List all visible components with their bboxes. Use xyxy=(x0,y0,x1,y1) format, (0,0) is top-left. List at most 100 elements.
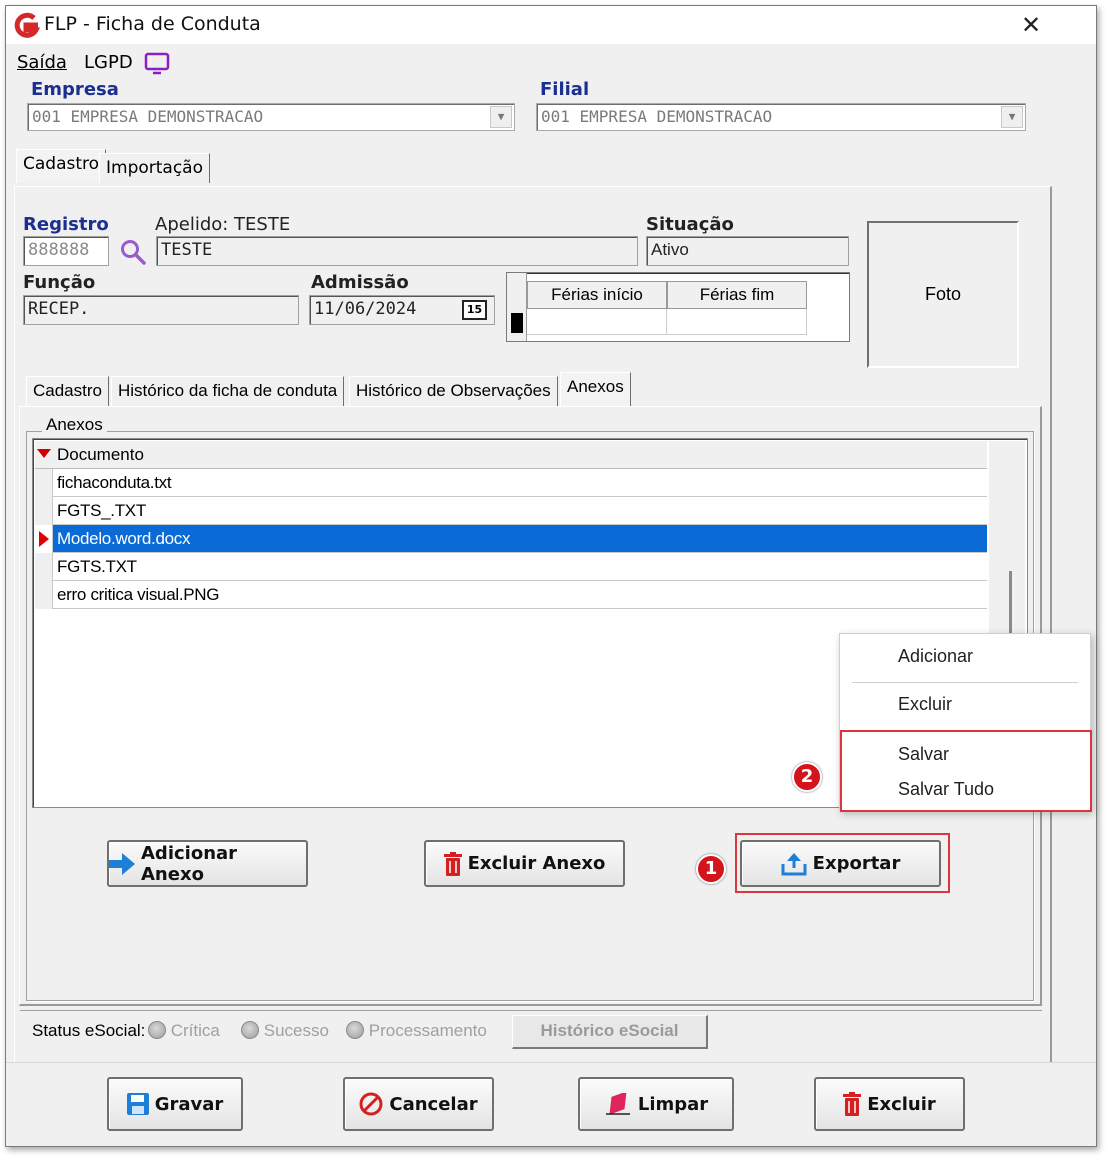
inner-tab-anexos-label: Anexos xyxy=(567,377,624,396)
ferias-inicio-cell[interactable] xyxy=(527,309,667,335)
chevron-down-icon[interactable]: ▼ xyxy=(1001,106,1023,128)
sucesso-radio[interactable]: Sucesso xyxy=(241,1021,329,1041)
admissao-value: 11/06/2024 xyxy=(314,299,417,319)
radio-icon xyxy=(148,1021,166,1039)
inner-tab-historico-ficha-label: Histórico da ficha de conduta xyxy=(118,381,338,400)
menu-lgpd-label: LGPD xyxy=(84,52,133,73)
filial-select[interactable]: 001 EMPRESA DEMONSTRACAO ▼ xyxy=(536,103,1026,131)
close-icon[interactable]: ✕ xyxy=(1014,10,1048,40)
foto-frame[interactable]: Foto xyxy=(867,221,1019,368)
menu-saida[interactable]: Saída xyxy=(17,52,67,73)
situacao-field: Ativo xyxy=(646,236,849,266)
context-menu: Adicionar Excluir Salvar Salvar Tudo xyxy=(839,633,1092,812)
empresa-value: 001 EMPRESA DEMONSTRACAO xyxy=(32,107,264,126)
limpar-label: Limpar xyxy=(637,1093,709,1115)
row-cursor-icon xyxy=(511,313,523,333)
export-icon xyxy=(781,852,807,875)
filial-label: Filial xyxy=(540,79,590,100)
processamento-radio[interactable]: Processamento xyxy=(346,1021,487,1041)
excluir-anexo-button[interactable]: Excluir Anexo xyxy=(424,840,625,887)
app-window: FLP - Ficha de Conduta ✕ Saída LGPD Empr… xyxy=(5,5,1097,1147)
chevron-down-icon[interactable]: ▼ xyxy=(490,106,512,128)
title-bar: FLP - Ficha de Conduta ✕ xyxy=(6,6,1096,44)
window-title: FLP - Ficha de Conduta xyxy=(44,13,261,35)
row-document-name: erro critica visual.PNG xyxy=(57,585,220,604)
current-row-arrow-icon xyxy=(39,531,49,547)
menu-item-salvar-tudo[interactable]: Salvar Tudo xyxy=(898,779,994,800)
row-indicator xyxy=(35,525,53,553)
foto-label: Foto xyxy=(924,284,962,304)
inner-tab-cadastro-label: Cadastro xyxy=(33,381,102,400)
gravar-label: Gravar xyxy=(154,1093,224,1115)
excluir-anexo-label: Excluir Anexo xyxy=(467,853,606,874)
inner-tab-cadastro[interactable]: Cadastro xyxy=(26,376,109,406)
row-indicator xyxy=(35,553,53,581)
table-row[interactable]: FGTS_.TXT xyxy=(35,497,987,525)
menu-item-salvar[interactable]: Salvar xyxy=(898,744,949,765)
step-2-badge: 2 xyxy=(792,762,822,792)
cancelar-button[interactable]: Cancelar xyxy=(343,1077,494,1131)
table-row[interactable]: fichaconduta.txt xyxy=(35,469,987,497)
esocial-status-bar: Status eSocial: Crítica Sucesso Processa… xyxy=(20,1010,1042,1050)
inner-tab-anexos[interactable]: Anexos xyxy=(560,372,631,406)
limpar-button[interactable]: Limpar xyxy=(578,1077,734,1131)
menu-item-excluir[interactable]: Excluir xyxy=(898,694,952,715)
inner-tab-historico-ficha[interactable]: Histórico da ficha de conduta xyxy=(111,376,345,406)
tab-cadastro[interactable]: Cadastro xyxy=(16,149,107,183)
step-1-badge: 1 xyxy=(696,854,726,884)
table-row[interactable]: FGTS.TXT xyxy=(35,553,987,581)
tab-cadastro-label: Cadastro xyxy=(23,154,100,174)
row-document-name: fichaconduta.txt xyxy=(57,473,172,492)
table-row[interactable]: erro critica visual.PNG xyxy=(35,581,987,609)
empresa-select[interactable]: 001 EMPRESA DEMONSTRACAO ▼ xyxy=(27,103,515,131)
grid-column-documento[interactable]: Documento xyxy=(57,445,144,465)
exportar-button[interactable]: Exportar xyxy=(740,840,941,887)
situacao-label: Situação xyxy=(646,214,734,235)
menu-item-adicionar[interactable]: Adicionar xyxy=(898,646,973,667)
processamento-label: Processamento xyxy=(368,1021,487,1040)
row-indicator xyxy=(35,581,53,609)
search-icon[interactable] xyxy=(119,238,147,266)
funcao-label: Função xyxy=(23,272,96,293)
registro-input[interactable]: 888888 xyxy=(23,236,109,266)
ferias-fim-cell[interactable] xyxy=(667,309,807,335)
ferias-fim-header: Férias fim xyxy=(667,281,807,309)
critica-radio[interactable]: Crítica xyxy=(148,1021,220,1041)
adicionar-anexo-button[interactable]: Adicionar Anexo xyxy=(107,840,308,887)
menu-lgpd[interactable]: LGPD xyxy=(84,52,133,73)
cancelar-label: Cancelar xyxy=(389,1093,478,1115)
inner-tab-historico-observacoes-label: Histórico de Observações xyxy=(356,381,551,400)
critica-label: Crítica xyxy=(170,1021,220,1040)
row-document-name: FGTS.TXT xyxy=(57,557,137,576)
registro-label: Registro xyxy=(23,214,109,235)
apelido-label: Apelido: TESTE xyxy=(155,214,291,235)
ferias-grid: Férias início Férias fim xyxy=(506,272,850,342)
gravar-button[interactable]: Gravar xyxy=(107,1077,243,1131)
apelido-field: TESTE xyxy=(156,236,638,266)
menu-separator xyxy=(852,682,1078,683)
app-logo-icon xyxy=(14,12,40,38)
grid-header-row: Documento xyxy=(35,441,987,469)
save-icon xyxy=(126,1093,149,1115)
historico-esocial-button[interactable]: Histórico eSocial xyxy=(512,1015,708,1049)
row-indicator xyxy=(35,497,53,525)
adicionar-anexo-label: Adicionar Anexo xyxy=(141,842,238,885)
calendar-icon[interactable]: 15 xyxy=(462,300,487,320)
trash-icon xyxy=(443,851,462,876)
row-indicator xyxy=(35,469,53,497)
tab-importacao-label: Importação xyxy=(106,158,204,178)
anexos-group-label: Anexos xyxy=(42,415,107,435)
eraser-icon xyxy=(605,1093,630,1115)
tab-importacao[interactable]: Importação xyxy=(99,153,211,183)
table-row-selected[interactable]: Modelo.word.docx xyxy=(35,525,987,553)
excluir-button[interactable]: Excluir xyxy=(814,1077,965,1131)
ferias-inicio-header: Férias início xyxy=(527,281,667,309)
excluir-label: Excluir xyxy=(867,1093,936,1115)
funcao-field: RECEP. xyxy=(23,295,299,325)
sort-down-icon xyxy=(37,449,51,458)
ferias-row-indicator xyxy=(507,273,527,341)
inner-tab-historico-observacoes[interactable]: Histórico de Observações xyxy=(349,376,558,406)
monitor-icon[interactable] xyxy=(144,52,170,76)
cancel-icon xyxy=(359,1092,383,1116)
radio-icon xyxy=(346,1021,364,1039)
